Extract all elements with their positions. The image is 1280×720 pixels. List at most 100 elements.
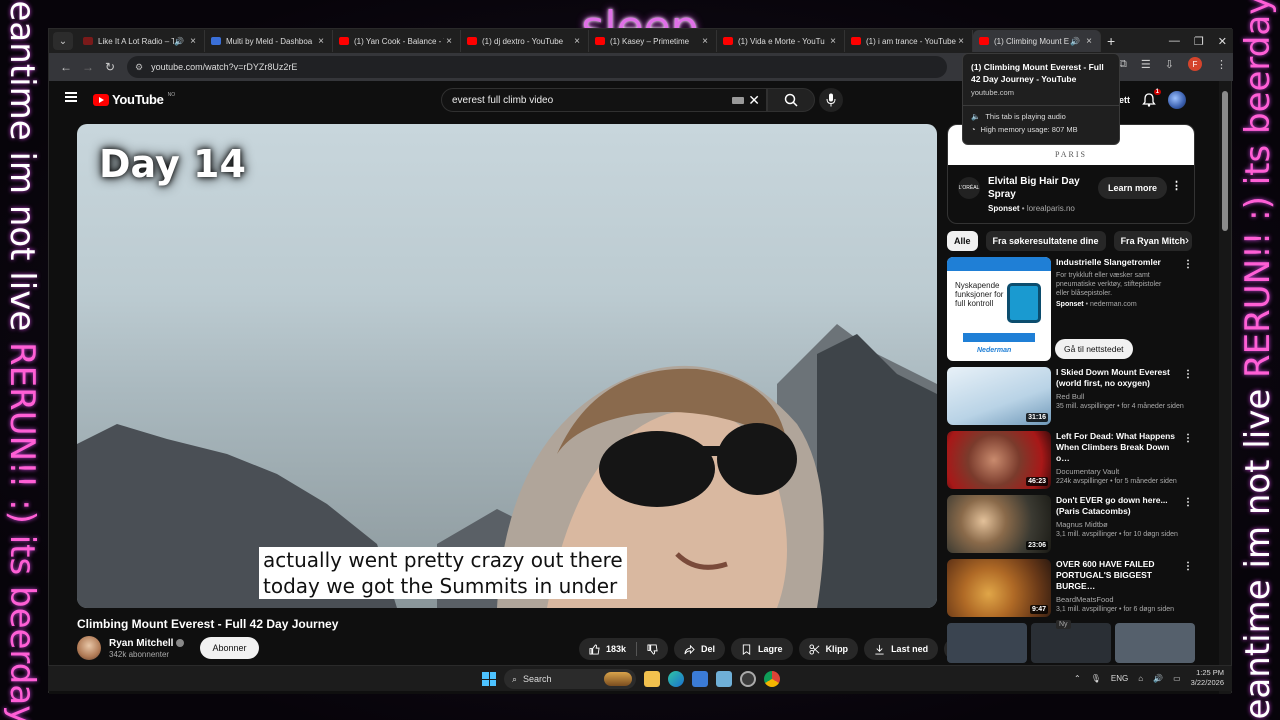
channel-avatar[interactable] bbox=[77, 636, 101, 660]
rec-thumbnail[interactable]: 46:23 bbox=[947, 431, 1051, 489]
ad-thumbnail[interactable]: Nyskapende funksjoner for full kontroll … bbox=[947, 257, 1051, 361]
volume-icon[interactable]: 🔊 bbox=[1153, 674, 1163, 683]
search-input[interactable]: everest full climb video ✕ bbox=[441, 88, 767, 112]
search-button[interactable] bbox=[767, 88, 815, 112]
forward-icon[interactable]: → bbox=[77, 60, 99, 74]
rec-menu-icon[interactable]: ⋮ bbox=[1183, 369, 1193, 380]
rec-title[interactable]: Left For Dead: What Happens When Climber… bbox=[1056, 431, 1184, 464]
recommendation[interactable]: 31:16 I Skied Down Mount Everest (world … bbox=[947, 367, 1195, 425]
subscribe-button[interactable]: Abonner bbox=[200, 637, 259, 659]
maximize-icon[interactable]: ❐ bbox=[1194, 35, 1204, 48]
chip-from-search[interactable]: Fra søkeresultatene dine bbox=[985, 231, 1106, 251]
tab-5[interactable]: (1) Vida e Morte - YouTu × bbox=[717, 30, 845, 52]
recommendation[interactable]: 46:23 Left For Dead: What Happens When C… bbox=[947, 431, 1195, 489]
page-scrollbar[interactable] bbox=[1219, 81, 1231, 694]
windows-start-icon[interactable] bbox=[482, 672, 496, 686]
user-avatar[interactable] bbox=[1168, 91, 1186, 109]
app-icon[interactable] bbox=[716, 671, 732, 687]
clear-search-icon[interactable]: ✕ bbox=[748, 92, 760, 109]
clip-button[interactable]: Klipp bbox=[798, 638, 859, 660]
tab-close-icon[interactable]: × bbox=[828, 36, 838, 47]
tab-3[interactable]: (1) dj dextro - YouTube × bbox=[461, 30, 589, 52]
network-icon[interactable]: ⌂ bbox=[1138, 674, 1143, 683]
mic-icon[interactable]: 🎙 bbox=[1091, 674, 1101, 683]
file-explorer-icon[interactable] bbox=[644, 671, 660, 687]
tab-close-icon[interactable]: × bbox=[444, 36, 454, 47]
scrollbar-thumb[interactable] bbox=[1222, 91, 1228, 231]
channel-name[interactable]: Ryan Mitchell bbox=[109, 638, 185, 649]
tab-close-icon[interactable]: × bbox=[316, 36, 326, 47]
new-tab-icon[interactable]: + bbox=[1107, 33, 1115, 49]
app-icon[interactable] bbox=[692, 671, 708, 687]
rec-title[interactable]: Don't EVER go down here... (Paris Cataco… bbox=[1056, 495, 1184, 517]
like-button[interactable]: 183k bbox=[579, 638, 669, 660]
recommendation[interactable]: 23:06 Don't EVER go down here... (Paris … bbox=[947, 495, 1195, 553]
notifications-button[interactable]: 1 bbox=[1142, 89, 1161, 107]
save-button[interactable]: Lagre bbox=[731, 638, 793, 660]
back-icon[interactable]: ← bbox=[55, 60, 77, 74]
keyboard-icon[interactable] bbox=[732, 97, 744, 104]
extensions-icon[interactable]: ⧉ bbox=[1119, 58, 1127, 71]
ad-menu-icon[interactable]: ⋮ bbox=[1171, 179, 1182, 192]
tab-1[interactable]: Multi by Meld - Dashboa × bbox=[205, 30, 333, 52]
clock[interactable]: 1:25 PM 3/22/2026 bbox=[1191, 668, 1224, 688]
profile-avatar[interactable]: F bbox=[1188, 57, 1202, 71]
tab-2[interactable]: (1) Yan Cook - Balance - Y × bbox=[333, 30, 461, 52]
tab-close-icon[interactable]: × bbox=[572, 36, 582, 47]
speaker-icon[interactable]: 🔊 bbox=[174, 37, 184, 46]
voice-search-button[interactable] bbox=[819, 88, 843, 112]
chrome-icon[interactable] bbox=[764, 671, 780, 687]
chevron-up-icon[interactable]: ⌃ bbox=[1074, 674, 1081, 683]
sponsored-recommendation[interactable]: Nyskapende funksjoner for full kontroll … bbox=[947, 257, 1195, 361]
rec-title[interactable]: I Skied Down Mount Everest (world first,… bbox=[1056, 367, 1184, 389]
rec-thumbnail[interactable]: 23:06 bbox=[947, 495, 1051, 553]
rec-channel[interactable]: Magnus Midtbø bbox=[1056, 520, 1184, 529]
create-button[interactable]: ett bbox=[1119, 95, 1130, 105]
rec-channel[interactable]: BeardMeatsFood bbox=[1056, 595, 1184, 604]
tab-close-icon[interactable]: × bbox=[700, 36, 710, 47]
tab-6[interactable]: (1) i am trance - YouTube × bbox=[845, 30, 973, 52]
rec-menu-icon[interactable]: ⋮ bbox=[1183, 433, 1193, 444]
video-player[interactable]: Day 14 actually went pretty crazy out th… bbox=[77, 124, 937, 608]
tab-0[interactable]: Like It A Lot Radio – T 🔊 × bbox=[77, 30, 205, 52]
speaker-icon[interactable]: 🔊 bbox=[1070, 37, 1080, 46]
taskbar-search[interactable]: ⌕ Search bbox=[504, 669, 636, 689]
tab-active[interactable]: (1) Climbing Mount E 🔊 × bbox=[973, 30, 1101, 52]
rec-thumbnail[interactable]: 9:47 bbox=[947, 559, 1051, 617]
reading-list-icon[interactable]: ☰ bbox=[1141, 58, 1151, 71]
download-button[interactable]: Last ned bbox=[864, 638, 939, 660]
address-bar[interactable]: ⚙ youtube.com/watch?v=rDYZr8Uz2rE bbox=[127, 56, 947, 78]
tab-close-icon[interactable]: × bbox=[188, 36, 198, 47]
tab-4[interactable]: (1) Kasey – Primetime × bbox=[589, 30, 717, 52]
chip-from-channel[interactable]: Fra Ryan Mitch bbox=[1113, 231, 1193, 251]
language-indicator[interactable]: ENG bbox=[1111, 674, 1128, 683]
chevron-right-icon[interactable]: › bbox=[1185, 233, 1189, 247]
app-icon[interactable] bbox=[740, 671, 756, 687]
rec-thumbnail[interactable] bbox=[947, 623, 1027, 663]
rec-menu-icon[interactable]: ⋮ bbox=[1183, 497, 1193, 508]
rec-channel[interactable]: Documentary Vault bbox=[1056, 467, 1184, 476]
reload-icon[interactable]: ↻ bbox=[99, 60, 121, 74]
tab-close-icon[interactable]: × bbox=[1084, 36, 1094, 47]
learn-more-button[interactable]: Learn more bbox=[1098, 177, 1168, 199]
menu-icon[interactable] bbox=[65, 92, 77, 102]
close-window-icon[interactable]: ✕ bbox=[1218, 35, 1227, 48]
battery-icon[interactable]: ▭ bbox=[1173, 674, 1181, 683]
downloads-icon[interactable]: ⇩ bbox=[1165, 58, 1174, 71]
rec-menu-icon[interactable]: ⋮ bbox=[1183, 561, 1193, 572]
site-info-icon[interactable]: ⚙ bbox=[135, 62, 143, 73]
browser-menu-icon[interactable]: ⋮ bbox=[1216, 58, 1227, 71]
ad-rec-menu-icon[interactable]: ⋮ bbox=[1183, 259, 1193, 270]
tab-close-icon[interactable]: × bbox=[956, 36, 966, 47]
youtube-logo[interactable]: YouTube NO bbox=[93, 92, 175, 107]
minimize-icon[interactable]: — bbox=[1169, 35, 1180, 47]
edge-icon[interactable] bbox=[668, 671, 684, 687]
ad-rec-title[interactable]: Industrielle Slangetromler bbox=[1056, 257, 1184, 268]
visit-site-button[interactable]: Gå til nettstedet bbox=[1055, 339, 1133, 359]
share-button[interactable]: Del bbox=[674, 638, 726, 660]
rec-title[interactable]: OVER 600 HAVE FAILED PORTUGAL'S BIGGEST … bbox=[1056, 559, 1184, 592]
recommendation[interactable]: 9:47 OVER 600 HAVE FAILED PORTUGAL'S BIG… bbox=[947, 559, 1195, 629]
tab-search-icon[interactable]: ⌄ bbox=[53, 32, 73, 50]
rec-thumbnail[interactable]: 31:16 bbox=[947, 367, 1051, 425]
chip-all[interactable]: Alle bbox=[947, 231, 978, 251]
